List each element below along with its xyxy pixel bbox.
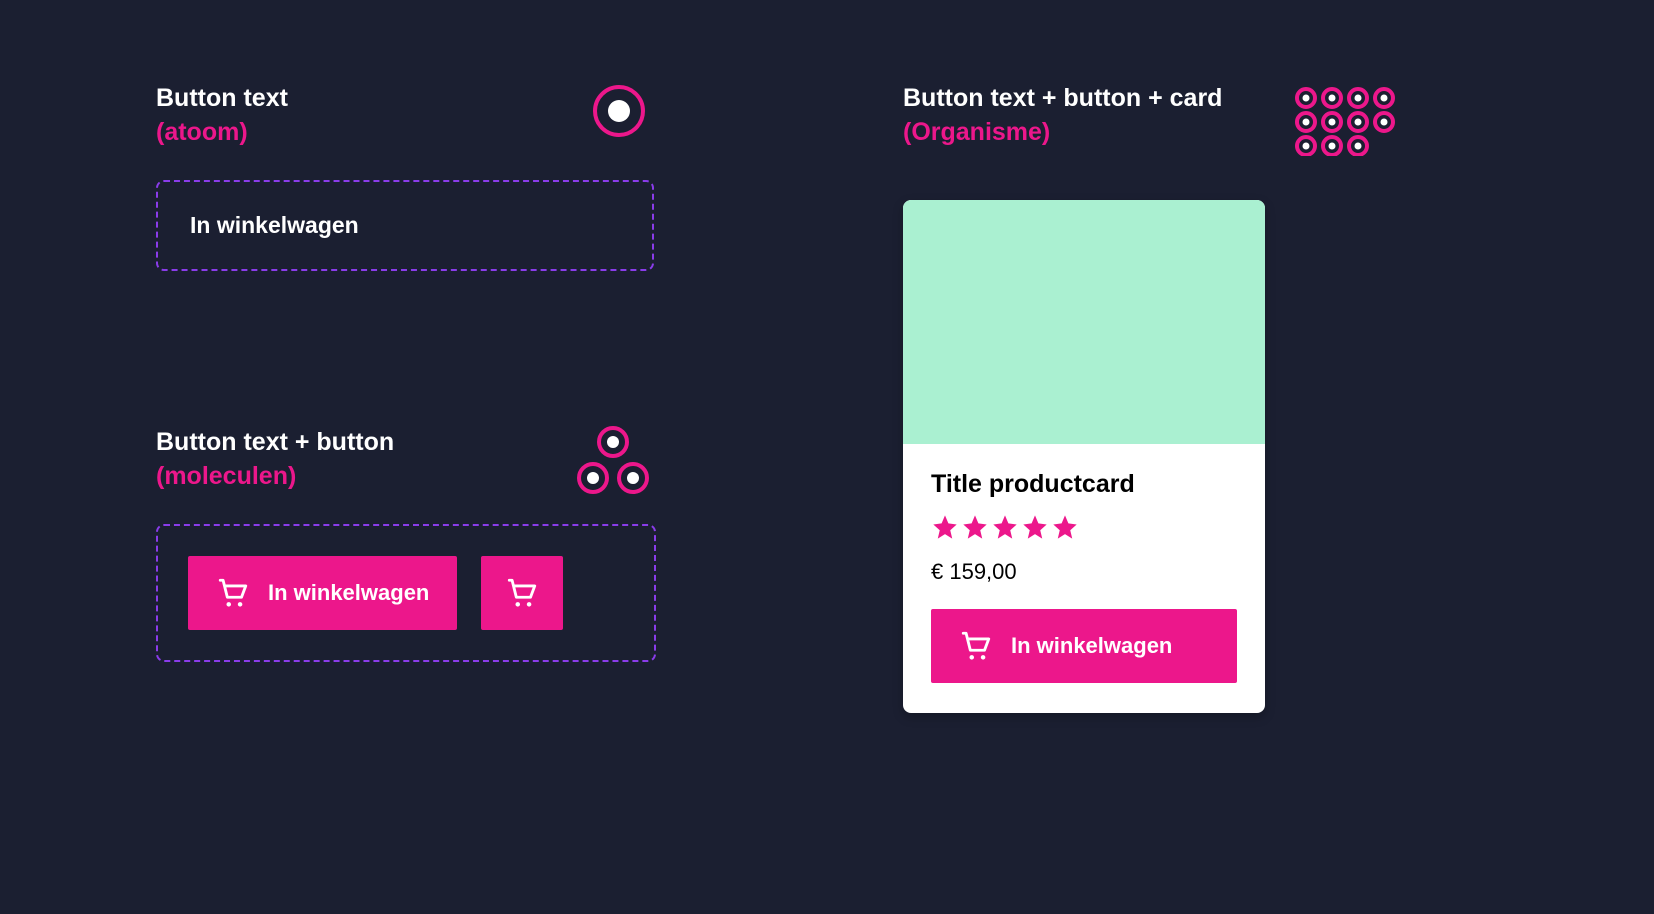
card-add-to-cart-button[interactable]: In winkelwagen bbox=[931, 609, 1237, 683]
atom-title: Button text bbox=[156, 82, 656, 116]
add-to-cart-button[interactable]: In winkelwagen bbox=[188, 556, 457, 630]
product-card: Title productcard € 159,00 In winkelwage… bbox=[903, 200, 1265, 713]
card-add-to-cart-button-label: In winkelwagen bbox=[1011, 633, 1172, 659]
product-card-body: Title productcard € 159,00 In winkelwage… bbox=[903, 444, 1265, 713]
atom-heading: Button text (atoom) bbox=[156, 82, 656, 150]
star-icon bbox=[1021, 513, 1049, 541]
atom-level-icon bbox=[590, 82, 648, 140]
add-to-cart-button-label: In winkelwagen bbox=[268, 580, 429, 606]
atom-section: Button text (atoom) In winkelwagen bbox=[156, 82, 656, 271]
star-icon bbox=[931, 513, 959, 541]
star-icon bbox=[961, 513, 989, 541]
organism-level-icon bbox=[1292, 86, 1502, 156]
product-title: Title productcard bbox=[931, 470, 1237, 499]
star-icon bbox=[1051, 513, 1079, 541]
product-rating bbox=[931, 513, 1237, 541]
cart-icon bbox=[216, 576, 250, 610]
product-price: € 159,00 bbox=[931, 559, 1237, 585]
atom-button-text: In winkelwagen bbox=[190, 212, 359, 238]
cart-icon bbox=[505, 576, 539, 610]
add-to-cart-icon-button[interactable] bbox=[481, 556, 563, 630]
cart-icon bbox=[959, 629, 993, 663]
organism-section: Button text + button + card (Organisme) … bbox=[903, 82, 1423, 713]
molecule-level-icon bbox=[573, 424, 653, 500]
product-image-placeholder bbox=[903, 200, 1265, 444]
atom-dashed-container: In winkelwagen bbox=[156, 180, 654, 271]
molecule-dashed-container: In winkelwagen bbox=[156, 524, 656, 662]
atom-subtitle: (atoom) bbox=[156, 116, 656, 150]
star-icon bbox=[991, 513, 1019, 541]
